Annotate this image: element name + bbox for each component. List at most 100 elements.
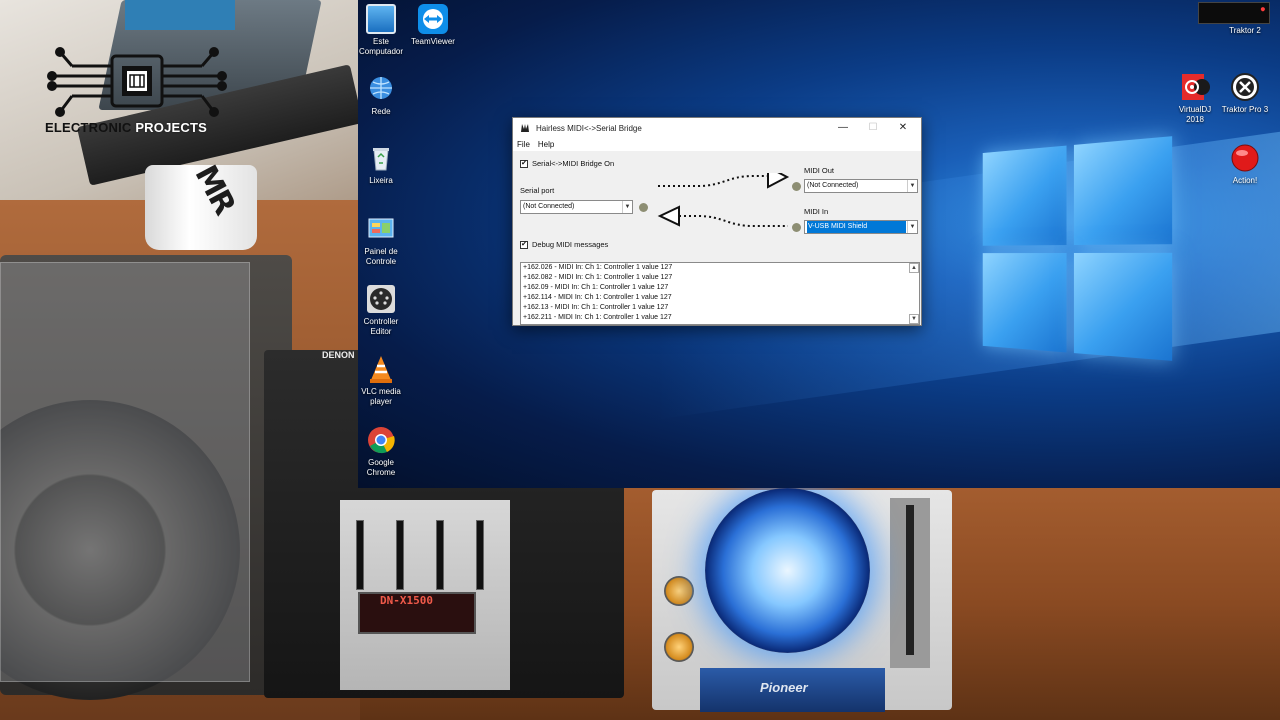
midi-out-value: (Not Connected): [807, 182, 859, 189]
desktop-icon-este-computador[interactable]: Este Computador: [358, 4, 406, 57]
desktop-icon-label: VirtualDJ: [1178, 105, 1212, 114]
midi-in-label: MIDI In: [804, 207, 829, 216]
scroll-up-icon[interactable]: ▲: [909, 263, 919, 273]
jog-wheel: [705, 488, 870, 653]
desktop-icon-label: Action!: [1232, 176, 1258, 185]
teamviewer-icon: [418, 4, 448, 34]
cue-button: [664, 576, 694, 606]
pitch-slider: [906, 505, 914, 655]
scroll-down-icon[interactable]: ▼: [909, 314, 919, 324]
desktop-icon-label: Painel de: [364, 247, 398, 256]
desktop-icon-label: Este: [372, 37, 389, 46]
laptop-screen: [125, 0, 235, 30]
chevron-down-icon[interactable]: ▼: [907, 221, 917, 233]
desktop-icon-label: Traktor Pro 3: [1221, 105, 1269, 114]
bridge-checkbox[interactable]: ✔: [520, 159, 528, 168]
desktop-icon-label: Computador: [358, 47, 404, 56]
menu-help[interactable]: Help: [538, 140, 554, 149]
log-line: +162.082 - MIDI In: Ch 1: Controller 1 v…: [523, 274, 673, 281]
hairless-app-icon: [521, 124, 529, 132]
mixer-fader: [476, 520, 484, 590]
log-line: +162.09 - MIDI In: Ch 1: Controller 1 va…: [523, 284, 669, 291]
input-arrow-icon: [657, 205, 680, 227]
hairless-midi-window: Hairless MIDI<->Serial Bridge — ☐ ✕ File…: [512, 117, 922, 326]
desktop-icon-lixeira[interactable]: Lixeira: [358, 143, 406, 186]
desktop-icon-traktor-pro-3[interactable]: Traktor Pro 3: [1220, 72, 1270, 115]
window-titlebar[interactable]: Hairless MIDI<->Serial Bridge — ☐ ✕: [513, 118, 921, 138]
vlc-cone-icon: [366, 354, 396, 384]
log-line: +162.026 - MIDI In: Ch 1: Controller 1 v…: [523, 264, 673, 271]
bridge-toggle[interactable]: ✔ Serial<->MIDI Bridge On: [520, 159, 614, 168]
turntable-dust-cover: [0, 262, 250, 682]
desktop-icon-label: Controller: [363, 317, 399, 326]
control-panel-icon: [366, 214, 396, 244]
desktop-icon-vlc[interactable]: VLC media player: [358, 354, 406, 407]
desktop-icon-action[interactable]: Action!: [1220, 143, 1270, 186]
output-arrow-icon: [767, 173, 790, 189]
desktop-icon-label: Google: [368, 458, 394, 467]
signal-flow-diagram: [657, 173, 790, 227]
desktop-icon-label: Controle: [365, 257, 397, 266]
log-line: +162.211 - MIDI In: Ch 1: Controller 1 v…: [523, 314, 672, 321]
midi-out-label: MIDI Out: [804, 166, 835, 175]
recording-widget: ●: [1198, 2, 1270, 24]
desktop-icon-controller-editor[interactable]: Controller Editor: [358, 284, 406, 337]
debug-log[interactable]: +162.026 - MIDI In: Ch 1: Controller 1 v…: [520, 262, 920, 325]
window-content: ✔ Serial<->MIDI Bridge On Serial port (N…: [513, 151, 921, 326]
desktop-icon-chrome[interactable]: Google Chrome: [358, 425, 406, 478]
serial-port-value: (Not Connected): [523, 203, 575, 210]
channel-logo-text: ELECTRONIC PROJECTS: [45, 120, 207, 135]
minimize-button[interactable]: —: [829, 118, 857, 138]
desktop-icon-label: 2018: [1186, 115, 1204, 124]
log-line: +162.13 - MIDI In: Ch 1: Controller 1 va…: [523, 304, 669, 311]
desktop-icon-teamviewer[interactable]: TeamViewer: [408, 4, 458, 47]
desktop-icon-label: Traktor 2: [1229, 26, 1261, 35]
log-line: +162.114 - MIDI In: Ch 1: Controller 1 v…: [523, 294, 672, 301]
chevron-down-icon[interactable]: ▼: [907, 180, 917, 192]
serial-port-select[interactable]: (Not Connected) ▼: [520, 200, 633, 214]
desktop-icon-rede[interactable]: Rede: [358, 74, 406, 117]
desktop-icon-virtualdj[interactable]: VirtualDJ 2018: [1170, 72, 1220, 125]
midi-connector-icon: [366, 284, 396, 314]
desktop-icon-label: Editor: [370, 327, 392, 336]
mixer-fader: [356, 520, 364, 590]
debug-checkbox-label: Debug MIDI messages: [532, 240, 609, 249]
desktop-icon-label: Lixeira: [369, 176, 393, 185]
logo-word-electronic: ELECTRONIC: [45, 120, 132, 135]
desktop-icon-label: Rede: [371, 107, 391, 116]
midi-out-activity-led: [792, 182, 801, 191]
mixer-brand: DENON: [322, 350, 355, 360]
cd-player-brand: Pioneer: [760, 680, 808, 695]
recycle-bin-icon: [366, 143, 396, 173]
desktop-icon-painel-de-controle[interactable]: Painel de Controle: [358, 214, 406, 267]
midi-out-select[interactable]: (Not Connected) ▼: [804, 179, 918, 193]
windows-logo-wallpaper: [982, 136, 1179, 375]
computer-icon: [366, 4, 396, 34]
close-button[interactable]: ✕: [889, 118, 917, 138]
desktop-icon-traktor-2[interactable]: Traktor 2: [1220, 26, 1270, 36]
midi-in-activity-led: [792, 223, 801, 232]
debug-toggle[interactable]: ✔ Debug MIDI messages: [520, 240, 608, 249]
menu-file[interactable]: File: [517, 140, 530, 149]
desktop-icon-label: player: [370, 397, 392, 406]
desktop-icon-label: TeamViewer: [411, 37, 455, 46]
debug-checkbox[interactable]: ✔: [520, 240, 528, 249]
mixer-fader: [396, 520, 404, 590]
play-pause-button: [664, 632, 694, 662]
desktop-icon-label: Chrome: [366, 468, 396, 477]
serial-port-label: Serial port: [520, 186, 555, 195]
traktor-icon: [1230, 72, 1260, 102]
network-icon: [366, 74, 396, 104]
menu-bar: File Help: [513, 138, 921, 151]
serial-activity-led: [639, 203, 648, 212]
window-title: Hairless MIDI<->Serial Bridge: [536, 123, 642, 133]
action-record-icon: [1230, 143, 1260, 173]
midi-in-select[interactable]: V-USB MIDI Shield ▼: [804, 220, 918, 234]
record-indicator-icon: ●: [1260, 5, 1265, 13]
virtualdj-icon: [1180, 72, 1210, 102]
logo-word-projects: PROJECTS: [135, 120, 207, 135]
desktop-icon-label: VLC media: [361, 387, 401, 396]
chevron-down-icon[interactable]: ▼: [622, 201, 632, 213]
maximize-button[interactable]: ☐: [859, 118, 887, 138]
chrome-icon: [366, 425, 396, 455]
